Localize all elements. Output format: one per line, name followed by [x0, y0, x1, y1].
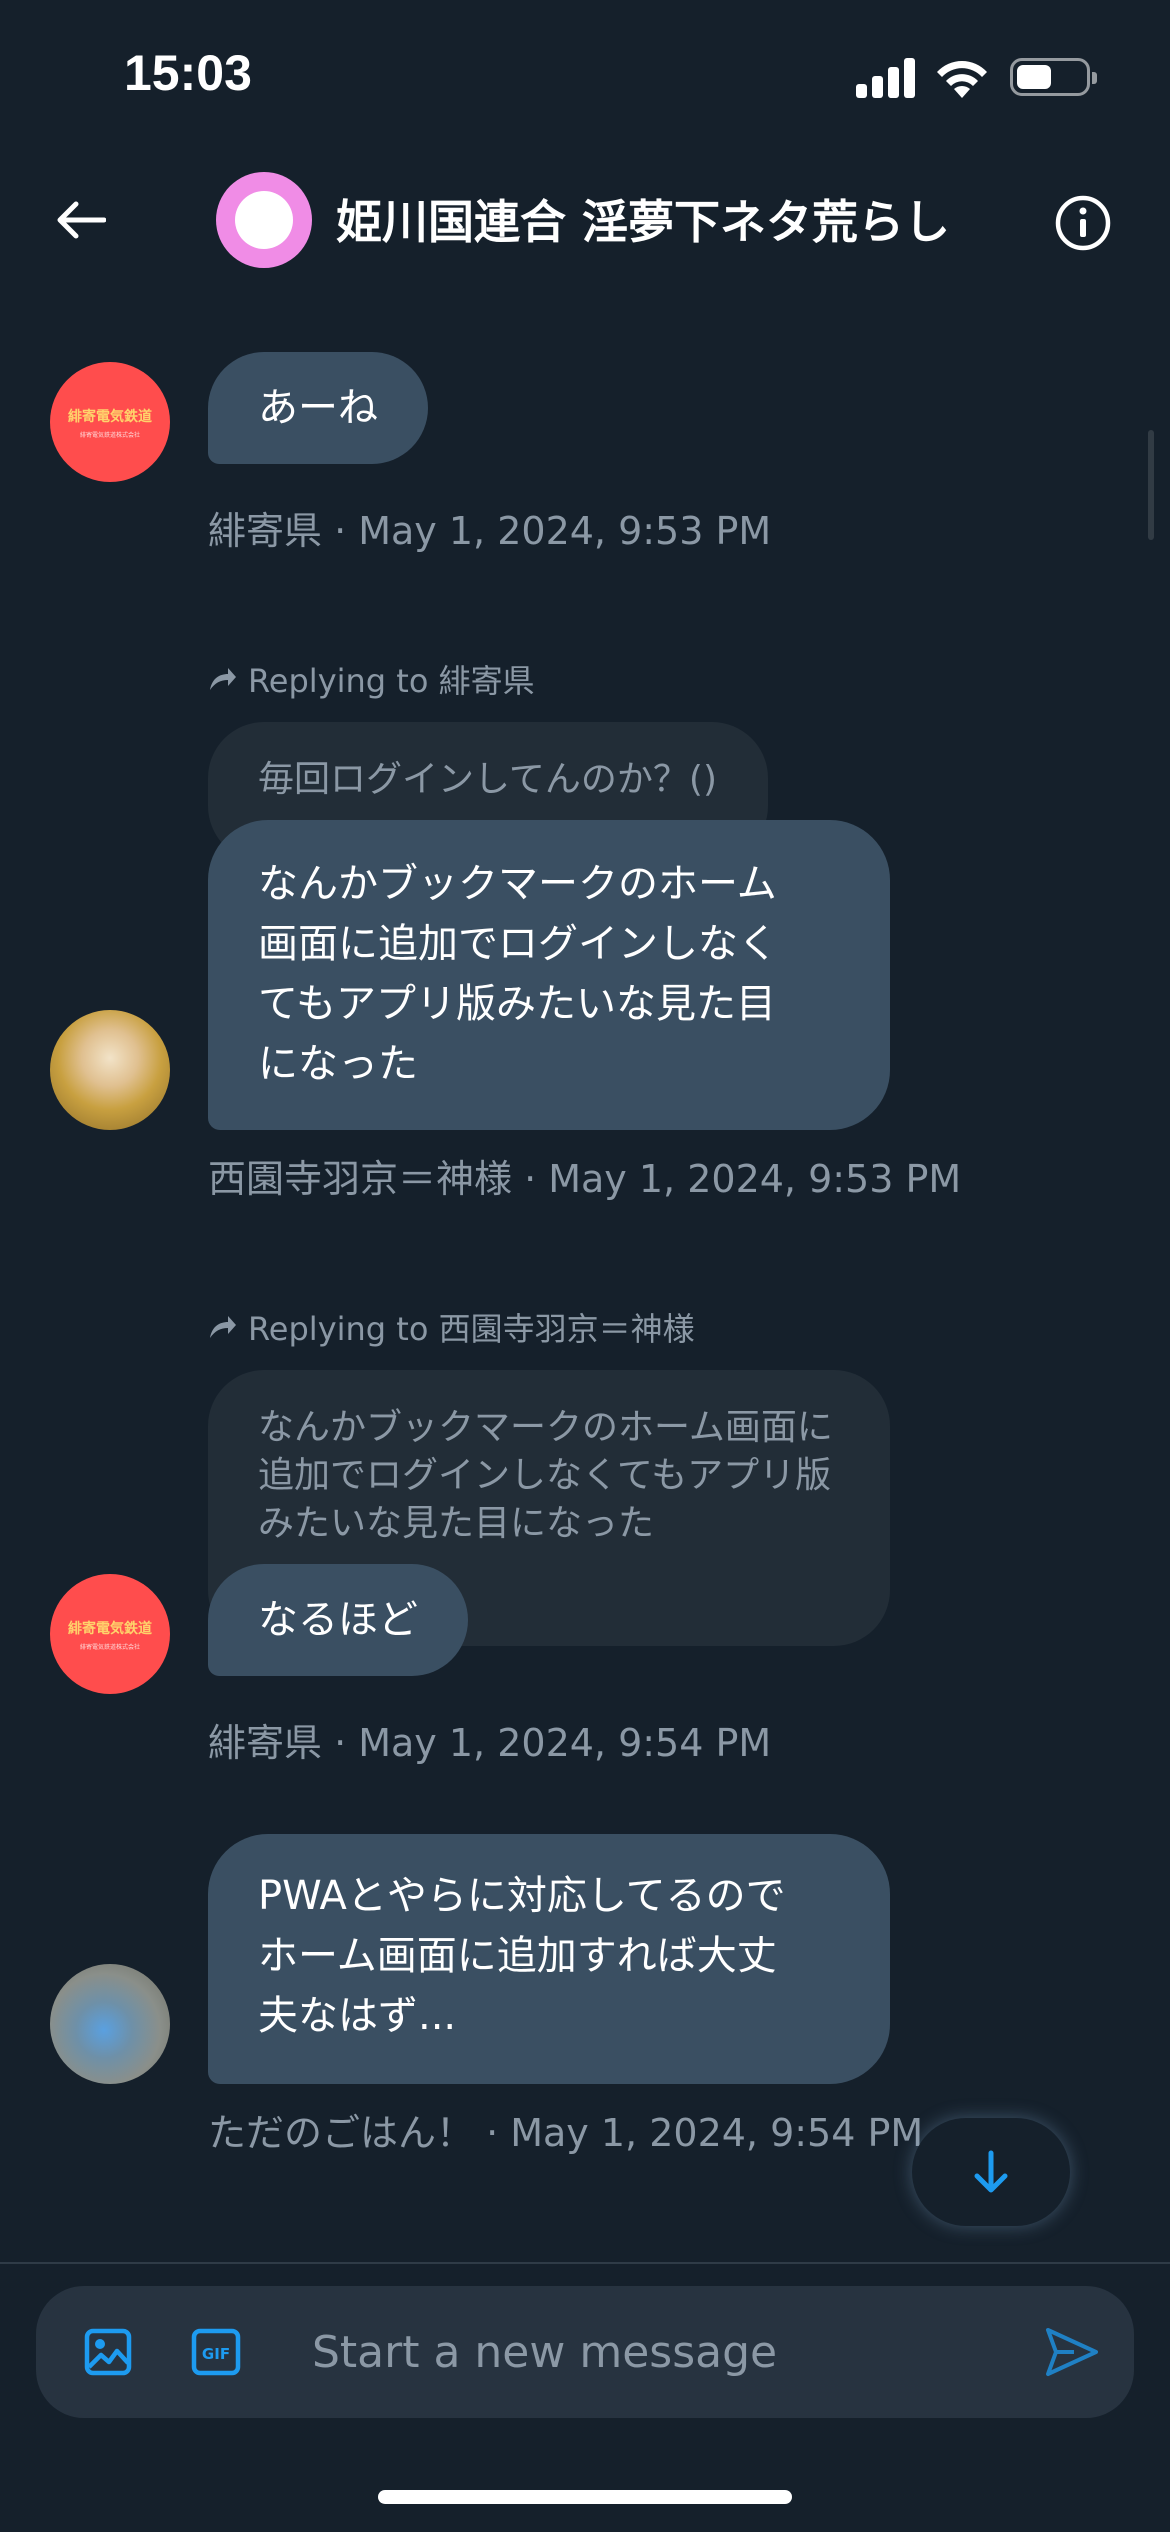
cellular-signal-icon [856, 56, 916, 98]
message-meta: 緋寄県 · May 1, 2024, 9:53 PM [208, 509, 772, 553]
media-button[interactable] [76, 2320, 140, 2384]
arrow-left-icon [57, 201, 106, 239]
wifi-icon [937, 61, 987, 98]
message-composer: GIF [36, 2286, 1134, 2418]
message-bubble[interactable]: PWAとやらに対応してるので ホーム画面に追加すれば大丈 夫なはず... [208, 1834, 890, 2084]
status-time: 15:03 [124, 45, 252, 101]
composer-divider [0, 2262, 1170, 2264]
replying-to-label: Replying to 緋寄県 [208, 656, 535, 702]
message-meta: 緋寄県 · May 1, 2024, 9:54 PM [208, 1721, 772, 1765]
message-bubble[interactable]: あーね [208, 352, 428, 464]
avatar[interactable] [50, 1010, 170, 1130]
message-meta: 西園寺羽京＝神様 · May 1, 2024, 9:53 PM [208, 1157, 962, 1201]
send-button[interactable] [1036, 2316, 1108, 2388]
reply-arrow-icon [210, 668, 236, 690]
gif-icon: GIF [191, 2328, 241, 2376]
avatar[interactable]: 緋寄電気鉄道 緋寄電気鉄道株式会社 [50, 362, 170, 482]
battery-icon [1010, 58, 1097, 96]
info-button[interactable] [1040, 180, 1126, 266]
dm-conversation-screen: 15:03 姫川国連合 淫夢下ネタ荒らし 緋寄電気鉄道 緋寄電気鉄道株式会社 あ… [0, 0, 1170, 2532]
reply-arrow-icon [210, 1316, 236, 1338]
svg-text:GIF: GIF [202, 2345, 230, 2363]
conversation-header: 姫川国連合 淫夢下ネタ荒らし [0, 140, 1170, 300]
image-icon [84, 2328, 132, 2376]
conversation-title[interactable]: 姫川国連合 淫夢下ネタ荒らし [336, 186, 950, 252]
message-input[interactable] [312, 2312, 1032, 2392]
scrollbar[interactable] [1148, 430, 1154, 540]
arrow-down-icon [974, 2150, 1008, 2193]
home-indicator [378, 2490, 792, 2504]
send-icon [1046, 2328, 1098, 2376]
message-bubble[interactable]: なるほど [208, 1564, 468, 1676]
replying-to-label: Replying to 西園寺羽京＝神様 [208, 1304, 695, 1350]
info-icon [1055, 195, 1111, 251]
back-button[interactable] [40, 180, 120, 260]
avatar[interactable] [50, 1964, 170, 2084]
avatar[interactable]: 緋寄電気鉄道 緋寄電気鉄道株式会社 [50, 1574, 170, 1694]
scroll-to-bottom-button[interactable] [912, 2118, 1070, 2226]
gif-button[interactable]: GIF [184, 2320, 248, 2384]
message-bubble[interactable]: なんかブックマークのホーム 画面に追加でログインしなく てもアプリ版みたいな見た… [208, 820, 890, 1130]
message-meta: ただのごはん！ · May 1, 2024, 9:54 PM [208, 2111, 924, 2155]
status-bar: 15:03 [0, 0, 1170, 140]
group-avatar[interactable] [216, 172, 312, 268]
